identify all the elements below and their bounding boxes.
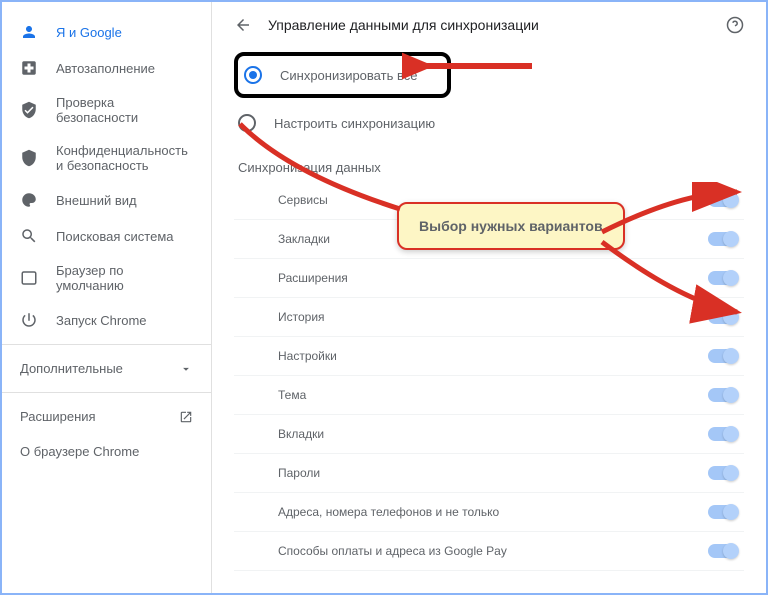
palette-icon	[20, 191, 38, 209]
power-icon	[20, 311, 38, 329]
sync-item-label: Пароли	[278, 466, 320, 480]
chevron-down-icon	[179, 362, 193, 376]
sync-item-history: История	[234, 298, 744, 337]
sync-item-extensions: Расширения	[234, 259, 744, 298]
sidebar-item-label: Внешний вид	[56, 193, 137, 208]
sync-item-label: Тема	[278, 388, 306, 402]
shield-check-icon	[20, 101, 38, 119]
sidebar-item-label: Запуск Chrome	[56, 313, 147, 328]
sidebar-additional-label: Дополнительные	[20, 361, 123, 376]
sidebar-item-label: Поисковая система	[56, 229, 174, 244]
sidebar-item-appearance[interactable]: Внешний вид	[2, 182, 211, 218]
person-icon	[20, 23, 38, 41]
sync-item-theme: Тема	[234, 376, 744, 415]
divider	[2, 344, 211, 345]
main-content: Управление данными для синхронизации Син…	[212, 2, 766, 593]
sync-item-addresses: Адреса, номера телефонов и не только	[234, 493, 744, 532]
toggle-extensions[interactable]	[708, 271, 738, 285]
sync-item-label: Расширения	[278, 271, 348, 285]
toggle-history[interactable]	[708, 310, 738, 324]
sidebar-extensions-label: Расширения	[20, 409, 96, 424]
sync-all-label: Синхронизировать все	[280, 68, 417, 83]
sync-item-label: Настройки	[278, 349, 337, 363]
sidebar-item-privacy[interactable]: Конфиденциальность и безопасность	[2, 134, 211, 182]
sidebar-about[interactable]: О браузере Chrome	[2, 434, 211, 469]
sync-item-passwords: Пароли	[234, 454, 744, 493]
external-link-icon	[179, 410, 193, 424]
customize-label: Настроить синхронизацию	[274, 116, 435, 131]
toggle-payment[interactable]	[708, 544, 738, 558]
page-title: Управление данными для синхронизации	[268, 17, 539, 33]
sidebar-item-label: Проверка безопасности	[56, 95, 193, 125]
toggle-services[interactable]	[708, 193, 738, 207]
sidebar-item-you-and-google[interactable]: Я и Google	[2, 14, 211, 50]
toggle-bookmarks[interactable]	[708, 232, 738, 246]
sidebar-item-label: Конфиденциальность и безопасность	[56, 143, 193, 173]
sync-item-label: Адреса, номера телефонов и не только	[278, 505, 499, 519]
header: Управление данными для синхронизации	[234, 16, 744, 34]
sidebar-extensions[interactable]: Расширения	[2, 399, 211, 434]
browser-icon	[20, 269, 38, 287]
back-arrow-icon[interactable]	[234, 16, 252, 34]
sidebar: Я и Google Автозаполнение Проверка безоп…	[2, 2, 212, 593]
sync-item-label: Сервисы	[278, 193, 328, 207]
sidebar-item-safety[interactable]: Проверка безопасности	[2, 86, 211, 134]
sidebar-item-on-startup[interactable]: Запуск Chrome	[2, 302, 211, 338]
sidebar-about-label: О браузере Chrome	[20, 444, 139, 459]
sidebar-item-search[interactable]: Поисковая система	[2, 218, 211, 254]
sidebar-item-default-browser[interactable]: Браузер по умолчанию	[2, 254, 211, 302]
toggle-tabs[interactable]	[708, 427, 738, 441]
sync-all-option-highlighted: Синхронизировать все	[234, 52, 451, 98]
sidebar-item-label: Браузер по умолчанию	[56, 263, 193, 293]
sync-all-radio[interactable]	[244, 66, 262, 84]
callout-text: Выбор нужных вариантов	[419, 218, 603, 234]
annotation-callout: Выбор нужных вариантов	[397, 202, 625, 250]
toggle-settings[interactable]	[708, 349, 738, 363]
toggle-passwords[interactable]	[708, 466, 738, 480]
help-button[interactable]	[726, 16, 744, 37]
sync-item-tabs: Вкладки	[234, 415, 744, 454]
toggle-theme[interactable]	[708, 388, 738, 402]
sync-item-label: Закладки	[278, 232, 330, 246]
toggle-addresses[interactable]	[708, 505, 738, 519]
autofill-icon	[20, 59, 38, 77]
sync-data-heading: Синхронизация данных	[238, 160, 744, 175]
sync-item-label: Вкладки	[278, 427, 324, 441]
customize-sync-option[interactable]: Настроить синхронизацию	[234, 104, 744, 142]
sync-item-label: Способы оплаты и адреса из Google Pay	[278, 544, 507, 558]
sync-item-label: История	[278, 310, 325, 324]
sidebar-item-label: Я и Google	[56, 25, 122, 40]
customize-radio[interactable]	[238, 114, 256, 132]
sidebar-item-autofill[interactable]: Автозаполнение	[2, 50, 211, 86]
search-icon	[20, 227, 38, 245]
sync-item-payment: Способы оплаты и адреса из Google Pay	[234, 532, 744, 571]
sync-item-settings: Настройки	[234, 337, 744, 376]
divider	[2, 392, 211, 393]
sidebar-additional[interactable]: Дополнительные	[2, 351, 211, 386]
sidebar-item-label: Автозаполнение	[56, 61, 155, 76]
shield-icon	[20, 149, 38, 167]
